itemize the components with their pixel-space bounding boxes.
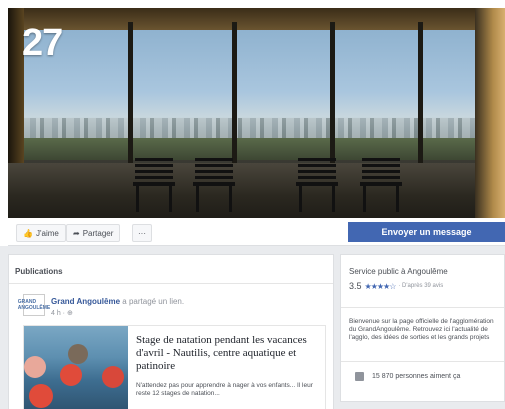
send-message-button[interactable]: Envoyer un message bbox=[348, 222, 505, 242]
link-preview-card[interactable]: Stage de natation pendant les vacances d… bbox=[23, 325, 326, 409]
share-label: Partager bbox=[82, 228, 114, 238]
window-mullion bbox=[418, 22, 423, 172]
link-headline[interactable]: Stage de natation pendant les vacances d… bbox=[136, 334, 321, 373]
like-button[interactable]: 👍 J'aime bbox=[16, 224, 66, 242]
share-arrow-icon: ➦ bbox=[73, 228, 80, 238]
swimmer bbox=[24, 356, 46, 378]
thumbs-up-icon bbox=[355, 372, 364, 381]
swimmer-red-cap bbox=[102, 366, 124, 388]
category-rating-section: Service public à Angoulême 3.5 ★★★★☆ · D… bbox=[341, 255, 504, 303]
review-count: · D'après 39 avis bbox=[398, 283, 444, 289]
page-rating[interactable]: 3.5 ★★★★☆ · D'après 39 avis bbox=[349, 281, 443, 291]
link-preview-image[interactable] bbox=[24, 326, 128, 409]
more-options-button[interactable]: ··· bbox=[132, 224, 152, 242]
chair bbox=[296, 158, 338, 213]
window-mullion bbox=[128, 22, 133, 172]
likes-count: 15 870 personnes aiment ça bbox=[372, 373, 461, 380]
post-author-line: Grand Angoulême a partagé un lien. bbox=[51, 297, 184, 306]
swimmer-red-cap bbox=[60, 364, 82, 386]
window-mullion bbox=[330, 22, 335, 172]
page-action-bar: 👍 J'aime ➦ Partager ··· Envoyer un messa… bbox=[8, 218, 505, 246]
page-avatar[interactable]: GRAND ANGOULÊME bbox=[18, 294, 50, 316]
post-author-verb: a partagé un lien. bbox=[122, 297, 185, 306]
share-button[interactable]: ➦ Partager bbox=[66, 224, 121, 242]
post-timestamp[interactable]: 4 h · ⊕ bbox=[51, 309, 73, 317]
page-category[interactable]: Service public à Angoulême bbox=[349, 267, 448, 276]
about-section: Bienvenue sur la page officielle de l'ag… bbox=[341, 307, 504, 361]
avatar-logo-text: GRAND ANGOULÊME bbox=[17, 299, 51, 311]
tree-line bbox=[8, 138, 505, 160]
swimmer bbox=[68, 344, 88, 364]
window-mullion bbox=[232, 22, 237, 172]
chair bbox=[360, 158, 402, 213]
publications-title: Publications bbox=[15, 267, 63, 276]
like-label: J'aime bbox=[35, 228, 59, 238]
terrace-floor bbox=[8, 163, 505, 218]
swimmer-red-cap bbox=[29, 384, 53, 408]
about-panel: Service public à Angoulême 3.5 ★★★★☆ · D… bbox=[340, 254, 505, 402]
content-area: Publications GRAND ANGOULÊME Grand Angou… bbox=[0, 246, 505, 409]
ceiling bbox=[8, 8, 505, 30]
star-rating-icon: ★★★★☆ bbox=[364, 281, 397, 291]
cover-badge: 27 bbox=[22, 22, 63, 64]
cover-photo[interactable]: 27 bbox=[8, 8, 505, 218]
right-wall bbox=[475, 8, 505, 218]
chair bbox=[133, 158, 175, 213]
about-text: Bienvenue sur la page officielle de l'ag… bbox=[349, 318, 494, 341]
publications-panel: Publications GRAND ANGOULÊME Grand Angou… bbox=[8, 254, 334, 409]
more-options-icon: ··· bbox=[138, 228, 146, 238]
thumbs-up-icon: 👍 bbox=[23, 228, 33, 238]
likes-section: 15 870 personnes aiment ça bbox=[341, 361, 504, 401]
post-author-name[interactable]: Grand Angoulême bbox=[51, 297, 120, 306]
likes-count-row: 15 870 personnes aiment ça bbox=[355, 372, 460, 381]
divider bbox=[9, 283, 333, 284]
link-summary: N'attendez pas pour apprendre à nager à … bbox=[136, 382, 313, 397]
rating-value: 3.5 bbox=[349, 281, 362, 291]
chair bbox=[193, 158, 235, 213]
